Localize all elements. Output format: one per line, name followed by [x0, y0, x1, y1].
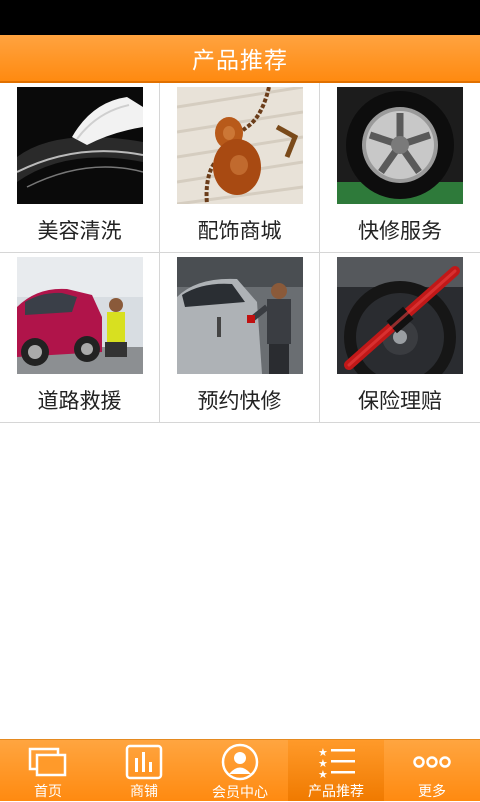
shop-chart-icon — [125, 743, 163, 780]
star-list-icon: ★ ★ ★ — [315, 743, 357, 780]
svg-text:★: ★ — [318, 768, 328, 779]
grid-item-label: 道路救援 — [37, 389, 122, 413]
grid-row: 美容清洗 配饰商城 快修服务 — [0, 83, 480, 253]
grid-item-accessories[interactable]: 配饰商城 — [160, 83, 320, 252]
grid-item-insurance-claim[interactable]: 保险理赔 — [320, 253, 480, 422]
grid-item-beauty-wash[interactable]: 美容清洗 — [0, 83, 160, 252]
roadside-rescue-image — [17, 257, 143, 374]
alloy-wheel-image — [337, 87, 463, 204]
bottom-tab-bar: 首页 商铺 会员中心 ★ ★ ★ 产品推荐 更多 — [0, 739, 480, 801]
tab-home[interactable]: 首页 — [0, 740, 96, 801]
grid-item-label: 保险理赔 — [358, 389, 442, 413]
grid-item-appointment-repair[interactable]: 预约快修 — [160, 253, 320, 422]
page-title: 产品推荐 — [192, 48, 288, 74]
grid-item-label: 配饰商城 — [197, 219, 282, 243]
grid-item-label: 美容清洗 — [37, 219, 122, 243]
header-bar: 产品推荐 — [0, 35, 480, 83]
mechanic-repair-image — [177, 257, 303, 374]
tab-more[interactable]: 更多 — [384, 740, 480, 801]
tab-label: 产品推荐 — [308, 784, 364, 800]
grid-item-roadside-rescue[interactable]: 道路救援 — [0, 253, 160, 422]
tab-shop[interactable]: 商铺 — [96, 740, 192, 801]
home-icon — [28, 743, 68, 780]
grid-row: 道路救援 预约快修 保险理赔 — [0, 253, 480, 423]
member-icon — [221, 743, 259, 781]
tab-product-recommend[interactable]: ★ ★ ★ 产品推荐 — [288, 740, 384, 801]
more-dots-icon — [412, 743, 452, 780]
grid-item-quick-repair[interactable]: 快修服务 — [320, 83, 480, 252]
grid-item-label: 快修服务 — [358, 219, 442, 243]
car-polish-image — [17, 87, 143, 204]
product-grid: 美容清洗 配饰商城 快修服务 道路救援 预约快修 保险理赔 — [0, 83, 480, 423]
tab-member-center[interactable]: 会员中心 — [192, 740, 288, 801]
tab-label: 商铺 — [130, 784, 158, 800]
status-bar — [0, 0, 480, 35]
tab-label: 更多 — [418, 784, 446, 800]
tab-label: 首页 — [34, 784, 62, 800]
gourd-pendant-image — [177, 87, 303, 204]
steering-lock-image — [337, 257, 463, 374]
grid-item-label: 预约快修 — [197, 389, 282, 413]
tab-label: 会员中心 — [212, 785, 268, 801]
